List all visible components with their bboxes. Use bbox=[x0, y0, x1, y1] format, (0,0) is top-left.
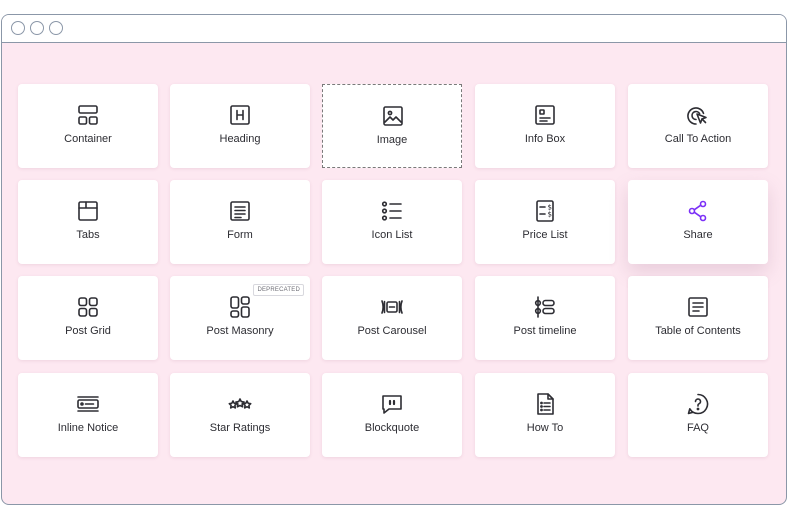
widget-card-post-timeline[interactable]: Post timeline bbox=[475, 276, 615, 360]
widget-label: Tabs bbox=[76, 229, 100, 241]
widget-card-image[interactable]: Image bbox=[322, 84, 462, 168]
inline-notice-icon bbox=[76, 392, 100, 416]
widget-card-info-box[interactable]: Info Box bbox=[475, 84, 615, 168]
widget-label: Icon List bbox=[371, 229, 413, 241]
post-timeline-icon bbox=[533, 295, 557, 319]
widget-card-blockquote[interactable]: Blockquote bbox=[322, 373, 462, 457]
widget-card-how-to[interactable]: How To bbox=[475, 373, 615, 457]
widget-card-form[interactable]: Form bbox=[170, 180, 310, 264]
widget-label: Call To Action bbox=[664, 133, 732, 145]
window-close-button[interactable] bbox=[11, 21, 25, 35]
info-box-icon bbox=[533, 103, 557, 127]
window-maximize-button[interactable] bbox=[49, 21, 63, 35]
widget-label: Post Grid bbox=[65, 325, 111, 337]
call-to-action-icon bbox=[686, 103, 710, 127]
widget-label: Image bbox=[376, 134, 408, 146]
deprecated-badge: DEPRECATED bbox=[253, 284, 304, 296]
how-to-icon bbox=[533, 392, 557, 416]
widget-card-tabs[interactable]: Tabs bbox=[18, 180, 158, 264]
post-grid-icon bbox=[76, 295, 100, 319]
blockquote-icon bbox=[380, 392, 404, 416]
table-of-contents-icon bbox=[686, 295, 710, 319]
widget-label: Heading bbox=[219, 133, 261, 145]
widget-label: Post timeline bbox=[513, 325, 577, 337]
widget-label: Info Box bbox=[524, 133, 566, 145]
window-minimize-button[interactable] bbox=[30, 21, 44, 35]
widget-label: Share bbox=[683, 229, 713, 241]
widget-label: Post Masonry bbox=[206, 325, 274, 337]
widget-label: Post Carousel bbox=[357, 325, 427, 337]
post-carousel-icon bbox=[380, 295, 404, 319]
widget-card-icon-list[interactable]: Icon List bbox=[322, 180, 462, 264]
widget-card-share[interactable]: Share bbox=[628, 180, 768, 264]
widget-label: Inline Notice bbox=[57, 422, 119, 434]
heading-icon bbox=[228, 103, 252, 127]
image-icon bbox=[381, 104, 405, 128]
widget-card-star-ratings[interactable]: Star Ratings bbox=[170, 373, 310, 457]
widget-card-post-masonry[interactable]: Post Masonry DEPRECATED bbox=[170, 276, 310, 360]
faq-icon bbox=[686, 392, 710, 416]
widget-label: Container bbox=[64, 133, 112, 145]
share-icon bbox=[686, 199, 710, 223]
widget-card-call-to-action[interactable]: Call To Action bbox=[628, 84, 768, 168]
widget-label: Price List bbox=[522, 229, 568, 241]
widget-card-container[interactable]: Container bbox=[18, 84, 158, 168]
widget-card-faq[interactable]: FAQ bbox=[628, 373, 768, 457]
widget-label: Star Ratings bbox=[209, 422, 271, 434]
widget-label: How To bbox=[526, 422, 564, 434]
svg-text:$: $ bbox=[548, 211, 552, 219]
container-icon bbox=[76, 103, 100, 127]
widget-card-post-grid[interactable]: Post Grid bbox=[18, 276, 158, 360]
tabs-icon bbox=[76, 199, 100, 223]
widget-card-table-of-contents[interactable]: Table of Contents bbox=[628, 276, 768, 360]
widget-label: Blockquote bbox=[364, 422, 420, 434]
widget-card-heading[interactable]: Heading bbox=[170, 84, 310, 168]
widget-label: FAQ bbox=[686, 422, 709, 434]
widget-label: Table of Contents bbox=[655, 325, 741, 337]
window-titlebar bbox=[2, 15, 786, 43]
star-ratings-icon bbox=[228, 392, 252, 416]
widget-card-inline-notice[interactable]: Inline Notice bbox=[18, 373, 158, 457]
form-icon bbox=[228, 199, 252, 223]
price-list-icon: $ $ bbox=[533, 199, 557, 223]
widget-card-price-list[interactable]: $ $ Price List bbox=[475, 180, 615, 264]
widget-card-post-carousel[interactable]: Post Carousel bbox=[322, 276, 462, 360]
widget-label: Form bbox=[227, 229, 253, 241]
post-masonry-icon bbox=[228, 295, 252, 319]
icon-list-icon bbox=[380, 199, 404, 223]
